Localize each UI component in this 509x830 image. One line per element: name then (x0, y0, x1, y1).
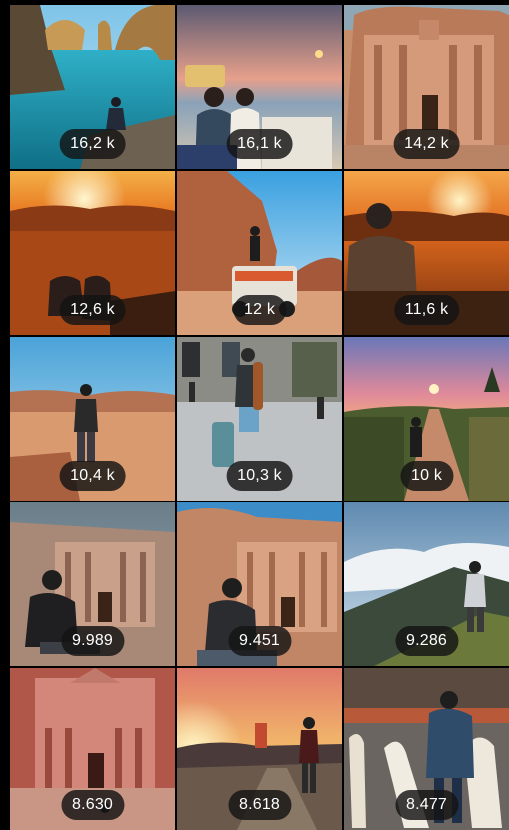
photo-grid: 16,2 k 16,1 k 14,2 k 12,6 k 12 k 11,6 k … (0, 0, 509, 830)
likes-count-badge: 8.630 (60, 790, 125, 820)
grid-tile-7[interactable]: 10,4 k (10, 337, 175, 501)
grid-tile-12[interactable]: 9.286 (344, 502, 509, 666)
grid-tile-6[interactable]: 11,6 k (344, 171, 509, 335)
likes-count-badge: 8.477 (394, 790, 459, 820)
likes-count-badge: 10,4 k (59, 461, 126, 491)
likes-count-badge: 9.286 (394, 626, 459, 656)
grid-tile-14[interactable]: 8.618 (177, 668, 342, 830)
likes-count-badge: 16,2 k (59, 129, 126, 159)
likes-count-badge: 9.451 (227, 626, 292, 656)
likes-count-badge: 9.989 (60, 626, 125, 656)
likes-count-badge: 12 k (232, 295, 287, 325)
grid-tile-4[interactable]: 12,6 k (10, 171, 175, 335)
grid-tile-2[interactable]: 16,1 k (177, 5, 342, 169)
grid-tile-9[interactable]: 10 k (344, 337, 509, 501)
likes-count-badge: 8.618 (227, 790, 292, 820)
likes-count-badge: 12,6 k (59, 295, 126, 325)
likes-count-badge: 14,2 k (393, 129, 460, 159)
grid-tile-5[interactable]: 12 k (177, 171, 342, 335)
grid-tile-11[interactable]: 9.451 (177, 502, 342, 666)
likes-count-badge: 11,6 k (393, 295, 460, 325)
likes-count-badge: 10 k (399, 461, 454, 491)
grid-tile-1[interactable]: 16,2 k (10, 5, 175, 169)
grid-tile-8[interactable]: 10,3 k (177, 337, 342, 501)
grid-tile-15[interactable]: 8.477 (344, 668, 509, 830)
likes-count-badge: 10,3 k (226, 461, 293, 491)
grid-tile-13[interactable]: 8.630 (10, 668, 175, 830)
likes-count-badge: 16,1 k (226, 129, 293, 159)
grid-tile-10[interactable]: 9.989 (10, 502, 175, 666)
grid-tile-3[interactable]: 14,2 k (344, 5, 509, 169)
